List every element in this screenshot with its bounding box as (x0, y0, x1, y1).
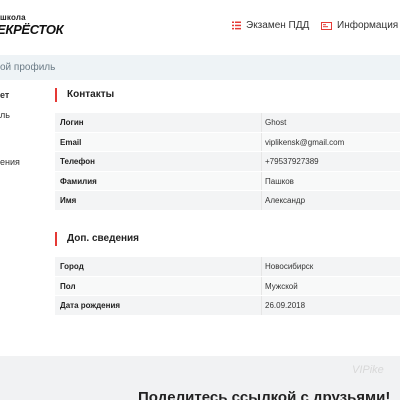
row-key: Пол (55, 276, 262, 295)
nav-info-label: Информация (337, 20, 399, 31)
row-key: Фамилия (55, 171, 262, 190)
table-row: Логин Ghost (55, 112, 400, 132)
site-header: школа ЕКРЁСТОК Экзамен ПДД Информация (0, 0, 400, 54)
nav-exam-label: Экзамен ПДД (246, 20, 310, 31)
table-row: Телефон +79537927389 (55, 151, 400, 171)
table-row: Фамилия Пашков (55, 170, 400, 190)
logo-top-text: школа (0, 13, 26, 22)
sidebar-item-profile[interactable]: ль (0, 110, 10, 120)
row-key: Город (55, 257, 262, 276)
table-row: Город Новосибирск (55, 256, 400, 276)
row-value: Мужской (265, 281, 298, 291)
section-accent-bar (55, 88, 57, 102)
row-value: Новосибирск (265, 262, 314, 271)
table-row: Дата рождения 26.09.2018 (55, 295, 400, 315)
section-accent-bar (55, 232, 57, 246)
sidebar-item-account[interactable]: ет (0, 90, 9, 100)
row-value: 26.09.2018 (265, 301, 306, 310)
contacts-title: Контакты (67, 89, 115, 100)
list-icon (232, 21, 241, 30)
share-heading: Поделитесь ссылкой с друзьями! (138, 389, 391, 400)
table-row: Имя Александр (55, 190, 400, 210)
contacts-table: Логин Ghost Email viplikensk@gmail.com Т… (55, 112, 400, 210)
row-key: Логин (55, 113, 262, 132)
breadcrumb: ой профиль (0, 62, 56, 73)
row-value: Александр (265, 196, 306, 205)
table-row: Email viplikensk@gmail.com (55, 131, 400, 151)
watermark: VIPike (352, 364, 384, 376)
nav-exam-link[interactable]: Экзамен ПДД (232, 20, 309, 31)
extra-table: Город Новосибирск Пол Мужской Дата рожде… (55, 256, 400, 315)
row-key: Телефон (55, 152, 262, 171)
row-value: Пашков (265, 176, 294, 186)
row-key: Дата рождения (55, 296, 262, 315)
row-value: viplikensk@gmail.com (265, 137, 345, 147)
sidebar-item-settings[interactable]: ения (0, 157, 20, 167)
row-value: +79537927389 (265, 157, 319, 166)
mail-icon (321, 21, 332, 30)
nav-info-link[interactable]: Информация (321, 20, 400, 31)
row-key: Имя (55, 191, 262, 210)
row-value: Ghost (265, 118, 287, 127)
extra-title: Доп. сведения (67, 233, 140, 244)
logo[interactable]: ЕКРЁСТОК (0, 22, 64, 37)
row-key: Email (55, 132, 262, 151)
table-row: Пол Мужской (55, 275, 400, 295)
breadcrumb-band: ой профиль (0, 55, 400, 80)
